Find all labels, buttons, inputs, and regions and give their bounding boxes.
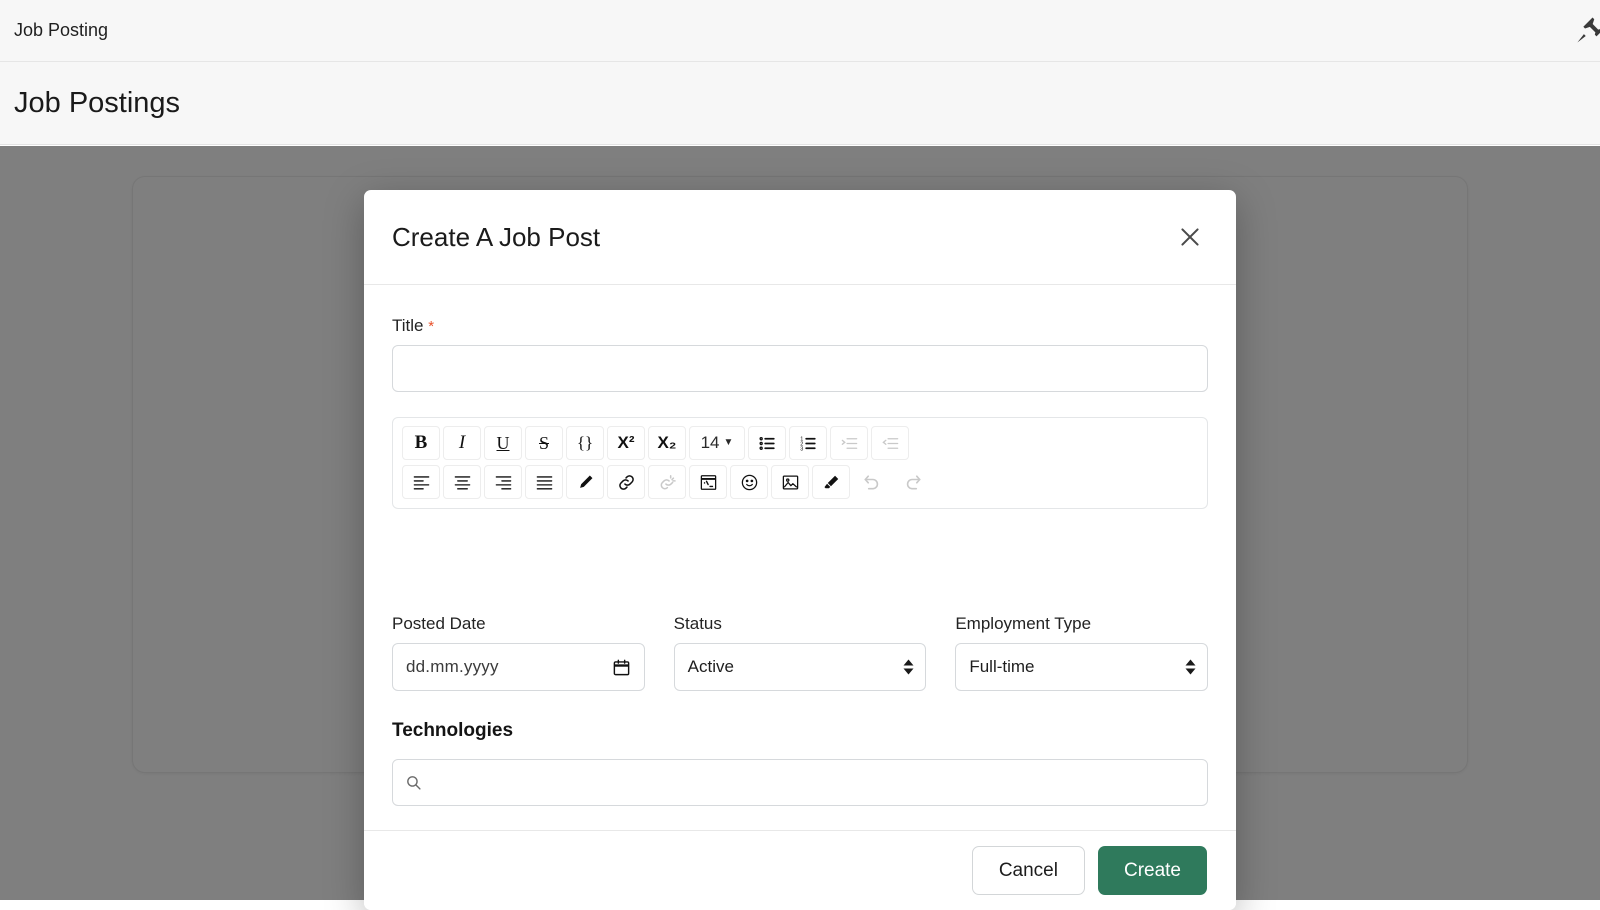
employment-type-field: Employment Type Full-time <box>955 614 1208 691</box>
numbered-list-icon[interactable]: 1 2 3 <box>789 426 827 460</box>
dialog-title: Create A Job Post <box>392 222 600 253</box>
breadcrumb: Job Posting <box>14 20 108 41</box>
required-asterisk: * <box>428 318 434 335</box>
align-center-icon[interactable] <box>443 465 481 499</box>
cancel-button[interactable]: Cancel <box>972 846 1085 895</box>
subscript-icon[interactable]: X₂ <box>648 426 686 460</box>
underline-icon[interactable]: U <box>484 426 522 460</box>
top-bar: Job Posting <box>0 0 1600 62</box>
bullet-list-icon[interactable] <box>748 426 786 460</box>
posted-date-value: dd.mm.yyyy <box>406 657 499 677</box>
link-icon[interactable] <box>607 465 645 499</box>
editor-toolbar-row-1: B I U S {} X² X₂ 14 ▼ <box>402 426 1198 460</box>
superscript-icon[interactable]: X² <box>607 426 645 460</box>
employment-type-select[interactable]: Full-time <box>955 643 1208 691</box>
search-icon <box>405 774 422 791</box>
bold-icon[interactable]: B <box>402 426 440 460</box>
page-header: Job Postings <box>0 62 1600 145</box>
create-button[interactable]: Create <box>1098 846 1207 895</box>
calendar-icon[interactable] <box>612 658 631 677</box>
strikethrough-icon[interactable]: S <box>525 426 563 460</box>
status-field: Status Active <box>674 614 927 691</box>
posted-date-input[interactable]: dd.mm.yyyy <box>392 643 645 691</box>
close-icon[interactable] <box>1173 220 1207 254</box>
status-select[interactable]: Active <box>674 643 927 691</box>
redo-icon[interactable] <box>894 465 932 499</box>
pin-icon[interactable] <box>1572 14 1600 48</box>
dialog-footer: Cancel Create <box>364 830 1236 910</box>
status-label: Status <box>674 614 927 634</box>
description-editor: B I U S {} X² X₂ 14 ▼ <box>392 417 1208 509</box>
title-label: Title * <box>392 316 1208 336</box>
italic-icon[interactable]: I <box>443 426 481 460</box>
technologies-search-input[interactable] <box>392 759 1208 806</box>
svg-text:3: 3 <box>800 446 803 452</box>
editor-toolbar-row-2 <box>402 465 1198 499</box>
align-right-icon[interactable] <box>484 465 522 499</box>
eraser-icon[interactable] <box>812 465 850 499</box>
indent-icon[interactable] <box>830 426 868 460</box>
code-block-icon[interactable]: {} <box>566 426 604 460</box>
unlink-icon[interactable] <box>648 465 686 499</box>
title-input[interactable] <box>392 345 1208 392</box>
dialog-body: Title * B I U S {} X² X₂ 14 ▼ <box>364 285 1236 830</box>
font-size-dropdown[interactable]: 14 ▼ <box>689 426 745 460</box>
align-left-icon[interactable] <box>402 465 440 499</box>
create-job-post-dialog: Create A Job Post Title * B I U S {} X² … <box>364 190 1236 910</box>
posted-date-field: Posted Date dd.mm.yyyy <box>392 614 645 691</box>
page-title: Job Postings <box>14 87 180 120</box>
employment-type-value: Full-time <box>969 657 1034 677</box>
font-size-value: 14 <box>701 433 720 453</box>
align-justify-icon[interactable] <box>525 465 563 499</box>
outdent-icon[interactable] <box>871 426 909 460</box>
meta-fields-row: Posted Date dd.mm.yyyy Status <box>392 614 1208 691</box>
posted-date-label: Posted Date <box>392 614 645 634</box>
pen-highlight-icon[interactable] <box>566 465 604 499</box>
emoji-icon[interactable] <box>730 465 768 499</box>
embed-code-icon[interactable] <box>689 465 727 499</box>
description-editor-area[interactable] <box>392 509 1208 587</box>
dialog-header: Create A Job Post <box>364 190 1236 285</box>
employment-type-label: Employment Type <box>955 614 1208 634</box>
image-icon[interactable] <box>771 465 809 499</box>
undo-icon[interactable] <box>853 465 891 499</box>
technologies-heading: Technologies <box>392 720 1208 742</box>
title-label-text: Title <box>392 316 424 335</box>
chevron-down-icon: ▼ <box>724 438 734 448</box>
status-value: Active <box>688 657 734 677</box>
